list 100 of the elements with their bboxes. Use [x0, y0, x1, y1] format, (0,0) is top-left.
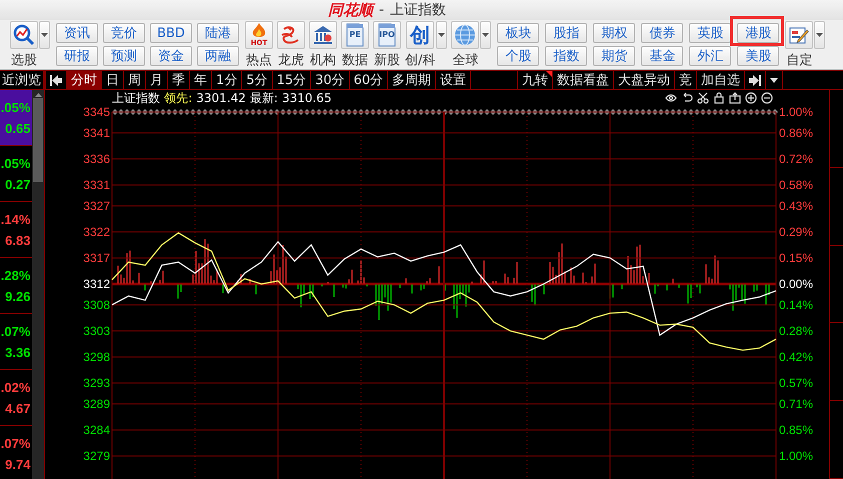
window-title: 上证指数 — [390, 1, 446, 19]
toolbar-button[interactable]: 个股 — [497, 46, 540, 66]
caret-icon — [41, 32, 48, 36]
icon-badge-text: PE — [348, 30, 362, 38]
price-axis-label: 3331 — [84, 178, 110, 192]
price-axis-label: 3289 — [84, 396, 110, 411]
change-percent: .07% — [0, 436, 30, 450]
icon-badge-text: IPO — [378, 30, 396, 38]
change-percent: .05% — [0, 100, 30, 114]
percent-axis-label: 0.42% — [779, 350, 814, 364]
edit-icon — [789, 24, 810, 44]
change-value: 0.27 — [5, 176, 30, 192]
change-value: 0.65 — [5, 120, 30, 136]
document-icon — [345, 22, 365, 46]
percent-axis-label: 0.72% — [779, 152, 814, 166]
period-tab[interactable]: 分时 — [67, 71, 102, 89]
title-separator: - — [379, 2, 384, 18]
percent-axis-label: 0.85% — [779, 422, 814, 437]
watchlist-item[interactable]: .05% 0.65 — [0, 90, 32, 146]
price-axis-label: 3317 — [84, 250, 110, 265]
zoom-in-icon[interactable] — [745, 92, 758, 104]
change-percent: .02% — [0, 380, 30, 394]
change-value: 6.83 — [5, 232, 30, 248]
percent-axis-label: 0.86% — [779, 126, 814, 140]
toolbar-button[interactable]: 研报 — [56, 46, 98, 66]
change-value: 3.36 — [5, 344, 30, 360]
percent-axis-label: 0.57% — [779, 376, 814, 390]
eye-icon[interactable] — [665, 92, 678, 104]
percent-axis-label: 0.43% — [779, 198, 814, 213]
toolbar-button[interactable]: 预测 — [103, 46, 145, 66]
toolbar-button[interactable]: 板块 — [497, 23, 540, 43]
latest-label: 最新: — [250, 90, 278, 106]
toolbar-button[interactable]: 港股 — [737, 23, 780, 43]
lock-icon[interactable] — [713, 92, 726, 104]
app-logo: 同花顺 — [328, 0, 373, 20]
price-axis-label: 3336 — [84, 152, 110, 166]
price-axis-label: 3341 — [84, 126, 110, 140]
toolbar-button[interactable]: 资金 — [150, 46, 192, 66]
percent-axis-label: 0.28% — [779, 324, 814, 338]
change-percent: .07% — [0, 324, 30, 338]
toolbar-button[interactable]: 期货 — [593, 46, 636, 66]
lead-value: 3301.42 — [196, 91, 246, 105]
price-axis-label: 3279 — [84, 449, 110, 463]
latest-value: 3310.65 — [282, 91, 332, 105]
scrollbar[interactable] — [32, 90, 46, 479]
change-value: 4.67 — [5, 400, 30, 416]
percent-axis-label: 1.00% — [779, 106, 814, 119]
toolbar-button[interactable]: 美股 — [737, 46, 780, 66]
percent-axis-label: 0.15% — [779, 250, 814, 265]
scissors-icon[interactable] — [697, 92, 710, 104]
toolbar-button[interactable]: 竞价 — [103, 23, 145, 43]
toolbar-button[interactable]: 股指 — [545, 23, 588, 43]
toolbar-button[interactable]: 债券 — [641, 23, 684, 43]
price-axis-label: 3284 — [84, 422, 110, 437]
icon-character: 创 — [410, 24, 430, 46]
toolbar-button[interactable]: 期权 — [593, 23, 636, 43]
price-axis-label: 3303 — [84, 324, 110, 338]
percent-axis-label: 0.00% — [779, 277, 814, 291]
toolbar-button[interactable]: 英股 — [689, 23, 732, 43]
price-axis-label: 3345 — [84, 106, 110, 119]
change-percent: .05% — [0, 156, 30, 170]
caret-icon — [482, 32, 490, 36]
export-icon[interactable] — [729, 92, 742, 104]
price-axis-label: 3327 — [84, 198, 110, 213]
toolbar-button[interactable]: 两融 — [197, 46, 239, 66]
change-value: 9.26 — [5, 288, 30, 304]
magnifier-chart-icon — [13, 24, 35, 46]
caret-icon — [438, 32, 446, 36]
change-percent: .28% — [0, 268, 30, 282]
percent-axis-label: 1.00% — [779, 449, 814, 463]
chart-tool-tab[interactable]: 九转 — [517, 71, 553, 89]
change-percent: .14% — [0, 212, 30, 226]
caret-icon — [816, 32, 824, 36]
toolbar-button[interactable]: 指数 — [545, 46, 588, 66]
zoom-out-icon[interactable] — [761, 92, 774, 104]
toolbar-button[interactable]: 资讯 — [56, 23, 98, 43]
jump-start-icon — [50, 74, 62, 86]
toolbar-button[interactable]: 陆港 — [197, 23, 239, 43]
percent-axis-label: 0.58% — [779, 178, 814, 192]
jump-end-icon — [749, 74, 761, 86]
bank-icon — [313, 24, 333, 44]
percent-axis-label: 0.29% — [779, 224, 814, 239]
change-value: 9.74 — [5, 456, 30, 472]
price-axis-label: 3322 — [84, 224, 110, 239]
index-name: 上证指数 — [112, 90, 160, 106]
globe-icon — [454, 24, 476, 46]
flame-icon — [250, 23, 268, 39]
toolbar-button[interactable]: 外汇 — [689, 46, 732, 66]
document-icon — [377, 22, 397, 46]
lead-label: 领先: — [164, 90, 192, 106]
toolbar-button[interactable]: 基金 — [641, 46, 684, 66]
price-axis-label: 3308 — [84, 298, 110, 312]
percent-axis-label: 0.71% — [779, 396, 814, 411]
undo-icon[interactable] — [681, 92, 694, 104]
price-axis-label: 3312 — [84, 277, 110, 291]
price-axis-label: 3298 — [84, 350, 110, 364]
percent-axis-label: 0.14% — [779, 298, 814, 312]
scrollbar-thumb[interactable] — [33, 98, 44, 182]
toolbar-button[interactable]: BBD — [150, 23, 192, 43]
jump-start-button[interactable] — [45, 71, 67, 89]
